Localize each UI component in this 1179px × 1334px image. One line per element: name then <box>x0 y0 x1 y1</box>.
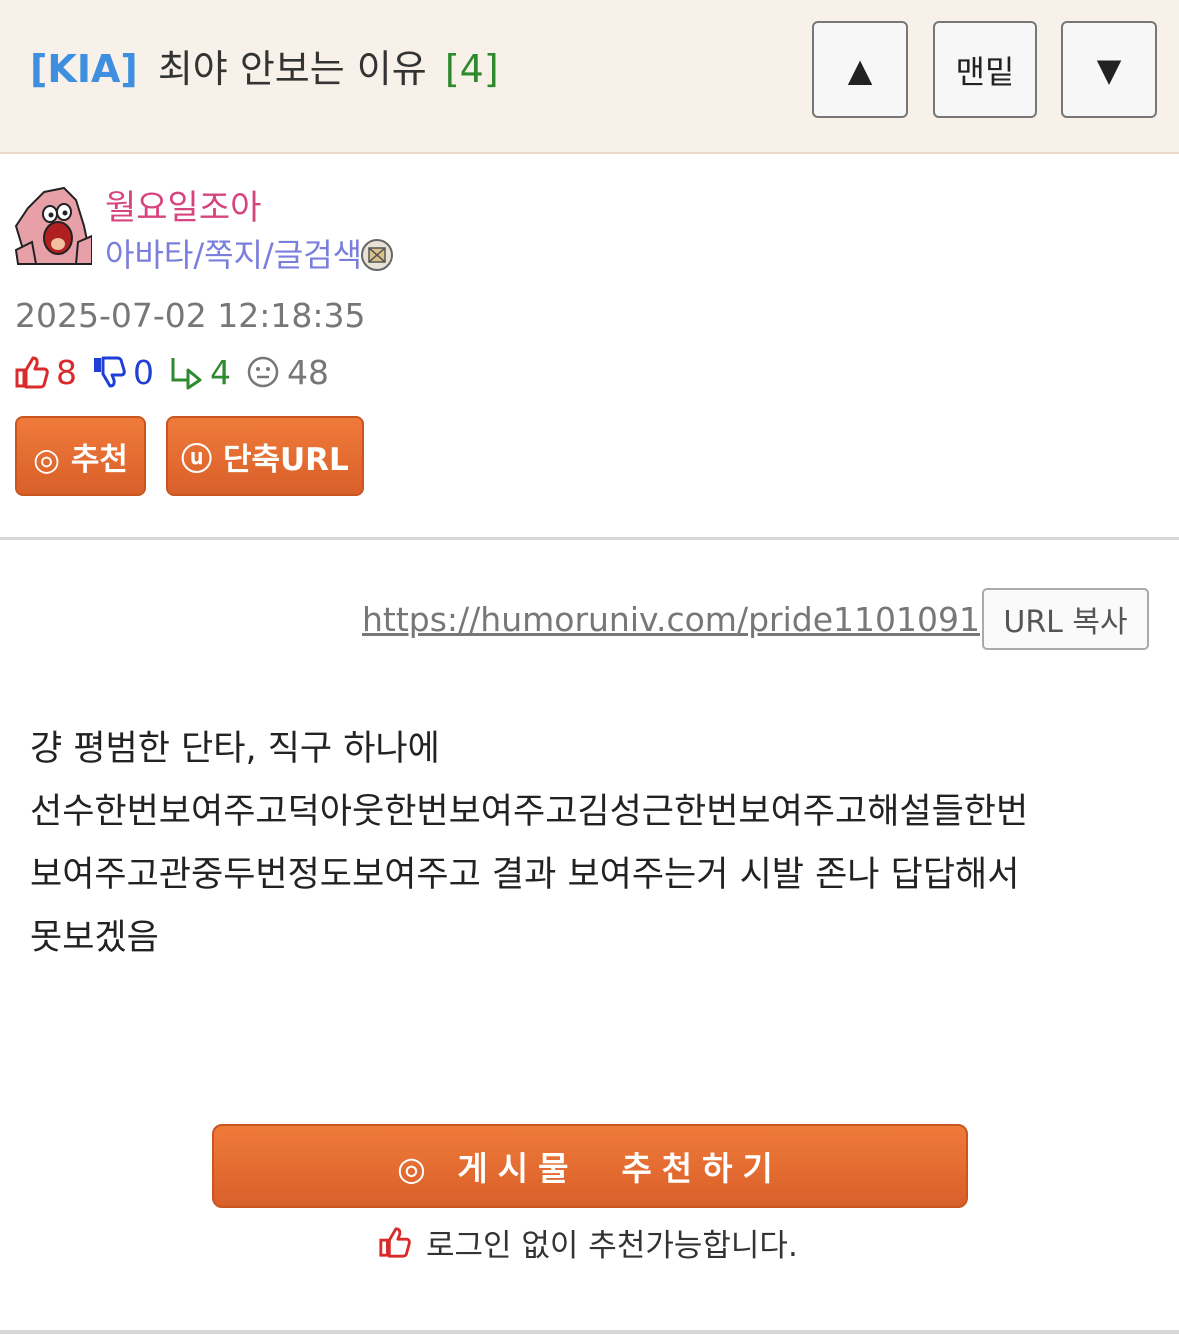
content-line: 선수한번보여주고덕아웃한번보여주고김성근한번보여주고해설들한번 <box>30 792 1029 832</box>
reply-arrow-icon <box>171 358 202 390</box>
scroll-up-button[interactable]: ▲ <box>812 21 908 118</box>
post-header: [KIA] 최야 안보는 이유 [4] ▲ 맨밑 ▼ <box>0 0 1179 154</box>
thumbs-down-icon <box>94 356 126 388</box>
view-count: 48 <box>287 352 329 392</box>
content-line: 못보겠음 <box>30 918 159 958</box>
content-line: 걍 평범한 단타, 직구 하나에 <box>30 729 440 769</box>
post-url-link[interactable]: https://humoruniv.com/pride1101091 <box>362 600 980 639</box>
smiley-view-icon <box>247 356 279 388</box>
no-login-text: 로그인 없이 추천가능합니다. <box>426 1227 798 1264</box>
comment-count[interactable]: [4] <box>445 47 499 91</box>
post-recommend-button[interactable]: ◎ 게시물 추천하기 <box>212 1124 968 1208</box>
down-count: 0 <box>133 352 154 392</box>
mail-icon[interactable] <box>360 238 394 272</box>
url-copy-button[interactable]: URL 복사 <box>982 588 1149 650</box>
author-nickname[interactable]: 월요일조아 <box>105 180 261 229</box>
short-url-button[interactable]: ⓤ 단축URL <box>166 416 364 496</box>
reply-count: 4 <box>210 352 231 392</box>
up-count: 8 <box>56 352 77 392</box>
thumbs-up-icon <box>379 1227 411 1258</box>
thumbs-up-icon <box>15 356 49 389</box>
no-login-note: 로그인 없이 추천가능합니다. <box>378 1222 798 1264</box>
divider <box>0 1330 1179 1334</box>
post-stats: 8 0 4 48 <box>14 352 343 392</box>
recommend-button[interactable]: ◎ 추천 <box>15 416 146 496</box>
post-content: 걍 평범한 단타, 직구 하나에 선수한번보여주고덕아웃한번보여주고김성근한번보… <box>30 718 1170 970</box>
scroll-bottom-button[interactable]: 맨밑 <box>933 21 1037 118</box>
title-text: 최야 안보는 이유 <box>157 47 427 91</box>
scroll-down-button[interactable]: ▼ <box>1061 21 1157 118</box>
category-tag[interactable]: [KIA] <box>30 47 138 91</box>
author-area: 월요일조아 아바타/쪽지/글검색 2025-07-02 12:18:35 8 0… <box>0 156 1179 540</box>
avatar[interactable] <box>14 186 92 266</box>
post-date: 2025-07-02 12:18:35 <box>15 296 366 335</box>
content-line: 보여주고관중두번정도보여주고 결과 보여주는거 시발 존나 답답해서 <box>30 855 1020 895</box>
author-links[interactable]: 아바타/쪽지/글검색 <box>105 230 362 276</box>
post-title: [KIA] 최야 안보는 이유 [4] <box>30 44 499 94</box>
